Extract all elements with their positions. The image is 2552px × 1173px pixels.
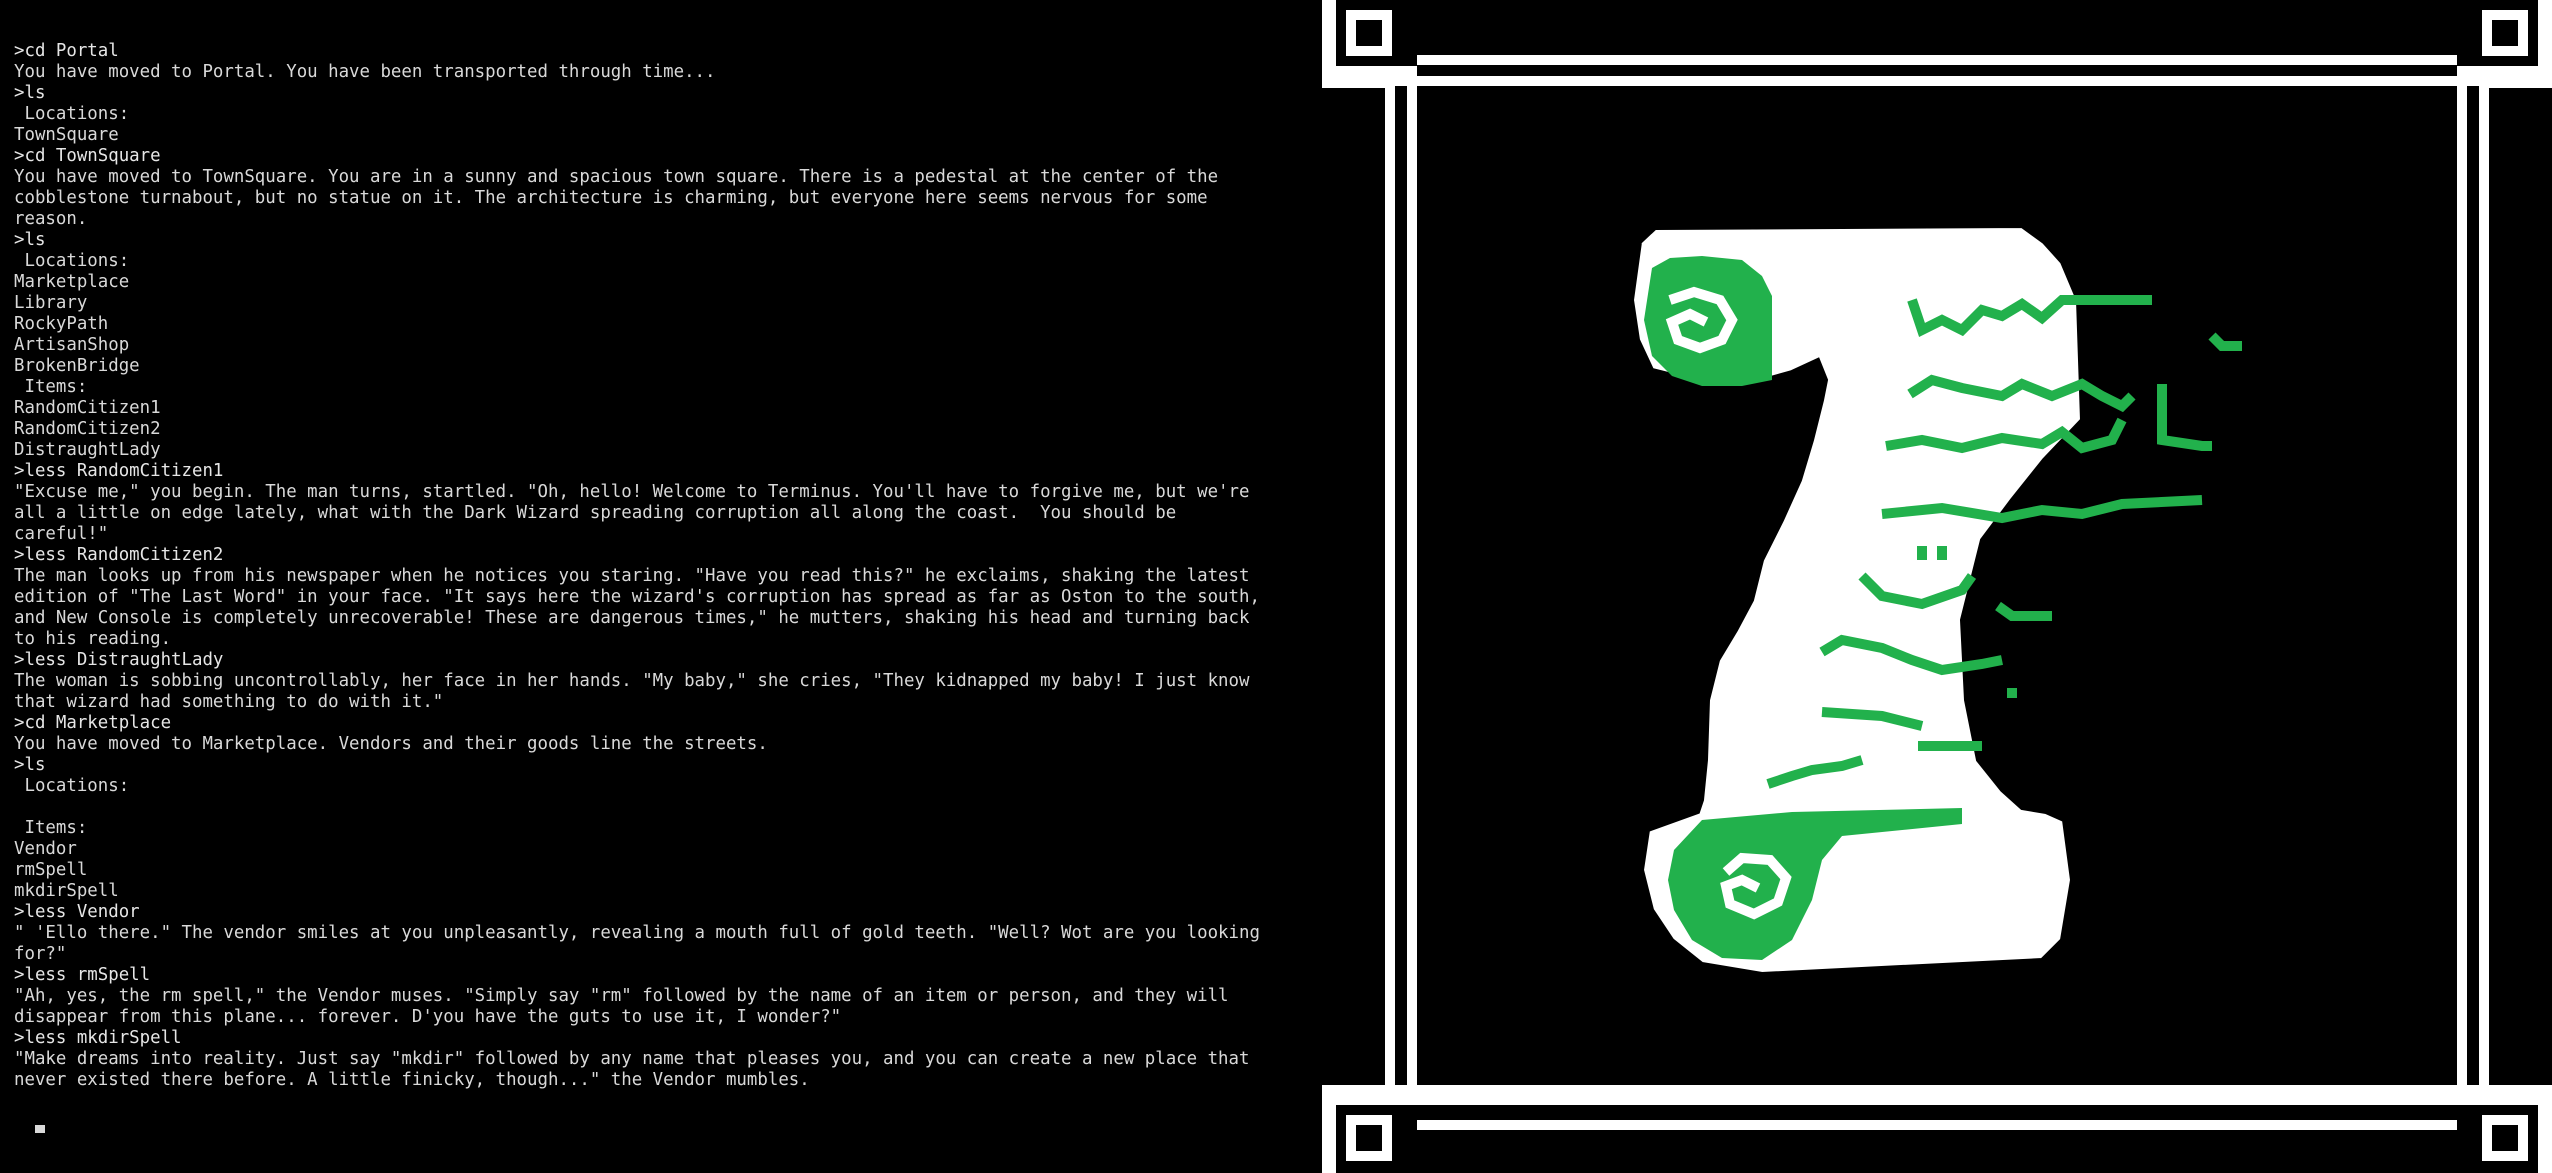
terminal-command-line: >less Vendor xyxy=(14,902,140,922)
terminal-output-line: Locations: xyxy=(14,776,130,796)
terminal-command-line: >less RandomCitizen1 xyxy=(14,461,224,481)
terminal-output-line: reason. xyxy=(14,209,88,229)
terminal-output-line: for?" xyxy=(14,944,67,964)
terminal-command-line: >less mkdirSpell xyxy=(14,1028,182,1048)
terminal-cursor[interactable] xyxy=(34,1125,45,1133)
terminal-output-line: RockyPath xyxy=(14,314,109,334)
terminal-output-line: "Ah, yes, the rm spell," the Vendor muse… xyxy=(14,986,1229,1006)
terminal-output-line: "Excuse me," you begin. The man turns, s… xyxy=(14,482,1250,502)
terminal-output-line: You have moved to Portal. You have been … xyxy=(14,62,716,82)
terminal-command-line: >ls xyxy=(14,83,46,103)
terminal-output-line: and New Console is completely unrecovera… xyxy=(14,608,1250,628)
terminal-output-line: DistraughtLady xyxy=(14,440,161,460)
terminal-output-line: rmSpell xyxy=(14,860,88,880)
terminal-command-line: >ls xyxy=(14,755,46,775)
terminal-output-line: RandomCitizen1 xyxy=(14,398,161,418)
terminal-output-line xyxy=(14,797,1314,818)
terminal-command-line: >less rmSpell xyxy=(14,965,151,985)
terminal-output-line: RandomCitizen2 xyxy=(14,419,161,439)
terminal-output-line: The man looks up from his newspaper when… xyxy=(14,566,1250,586)
terminal-output-line: " 'Ello there." The vendor smiles at you… xyxy=(14,923,1260,943)
terminal-command-line: >cd Marketplace xyxy=(14,713,172,733)
terminal-output-line: Items: xyxy=(14,818,88,838)
terminal-output-line: Locations: xyxy=(14,104,130,124)
terminal-command-line: >ls xyxy=(14,230,46,250)
terminal-output-line: You have moved to TownSquare. You are in… xyxy=(14,167,1219,187)
terminal-output-line: You have moved to Marketplace. Vendors a… xyxy=(14,734,768,754)
terminal-output-line: Vendor xyxy=(14,839,77,859)
terminal-output-line: Library xyxy=(14,293,88,313)
terminal-output-line: Items: xyxy=(14,377,88,397)
terminal-output-line: disappear from this plane... forever. D'… xyxy=(14,1007,842,1027)
terminal-output-line: Marketplace xyxy=(14,272,130,292)
terminal-output-line: that wizard had something to do with it.… xyxy=(14,692,444,712)
terminal-output-line: never existed there before. A little fin… xyxy=(14,1070,810,1090)
terminal-output-line: BrokenBridge xyxy=(14,356,140,376)
terminal-output-line: TownSquare xyxy=(14,125,119,145)
terminal-output-line: ArtisanShop xyxy=(14,335,130,355)
terminal-output-line: to his reading. xyxy=(14,629,172,649)
terminal-command-line: >cd Portal xyxy=(14,41,119,61)
terminal-output-line: careful!" xyxy=(14,524,109,544)
terminal-output-line: Locations: xyxy=(14,251,130,271)
terminal-output[interactable]: >cd Portal You have moved to Portal. You … xyxy=(14,0,1314,1173)
terminal-lines: >cd Portal You have moved to Portal. You … xyxy=(14,41,1314,1091)
terminal-output-line: cobblestone turnabout, but no statue on … xyxy=(14,188,1208,208)
terminal-output-line: all a little on edge lately, what with t… xyxy=(14,503,1177,523)
terminal-output-line: "Make dreams into reality. Just say "mkd… xyxy=(14,1049,1250,1069)
terminal-output-line: edition of "The Last Word" in your face.… xyxy=(14,587,1260,607)
terminal-command-line: >less RandomCitizen2 xyxy=(14,545,224,565)
terminal-output-line: The woman is sobbing uncontrollably, her… xyxy=(14,671,1250,691)
terminal-output-line: mkdirSpell xyxy=(14,881,119,901)
terminal-command-line: >cd TownSquare xyxy=(14,146,161,166)
terminal-command-line: >less DistraughtLady xyxy=(14,650,224,670)
scroll-item-image xyxy=(1322,0,2552,1173)
